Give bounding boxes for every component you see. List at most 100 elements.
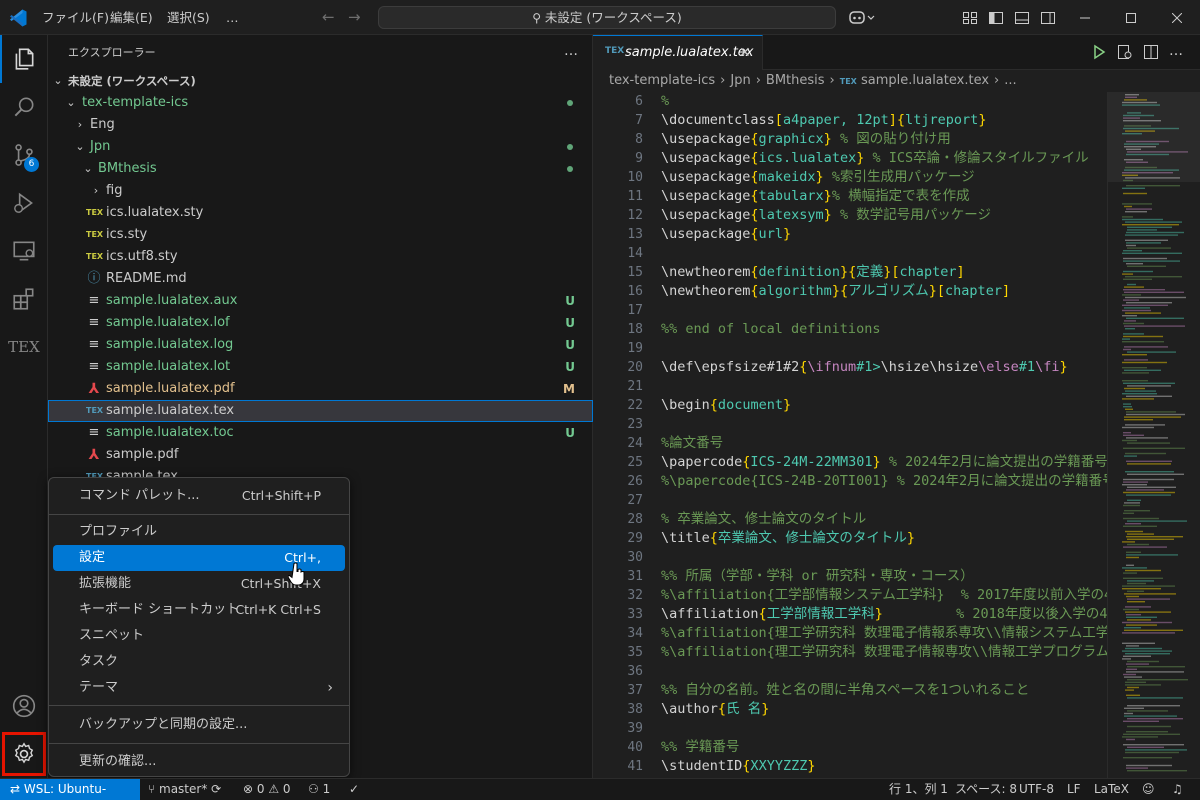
menu-file[interactable]: ファイル(F) [42, 0, 109, 35]
toggle-secondary-sidebar-icon[interactable] [1040, 10, 1056, 26]
sidebar-more-actions[interactable]: … [564, 35, 578, 70]
toggle-primary-sidebar-icon[interactable] [988, 10, 1004, 26]
language-mode[interactable]: LaTeX [1094, 779, 1129, 800]
tree-folder-jpn[interactable]: ⌄ Jpn [48, 136, 593, 158]
code-editor[interactable]: 6% 7 \documentclass[a4paper, 12pt]{ltjrepo… [593, 92, 1107, 778]
tree-file-lot[interactable]: ≡ sample.lualatex.lot U [48, 356, 593, 378]
tree-file-toc[interactable]: ≡ sample.lualatex.toc U [48, 422, 593, 444]
code-line[interactable]: 27 [593, 491, 1107, 510]
code-line[interactable]: 6% [593, 92, 1107, 111]
code-line[interactable]: 24 %論文番号 [593, 434, 1107, 453]
tree-file-ics-lualatex-sty[interactable]: TEX ics.lualatex.sty [48, 202, 593, 224]
tree-folder-eng[interactable]: › Eng [48, 114, 593, 136]
code-line[interactable]: 20 \def\epsfsize#1#2{\ifnum#1>\hsize\hsiz… [593, 358, 1107, 377]
breadcrumb-item[interactable]: tex-template-ics [609, 73, 715, 88]
ports-indicator[interactable]: ⚇ 1 [308, 779, 330, 800]
code-line[interactable]: 38 \author{氏 名} [593, 700, 1107, 719]
code-line[interactable]: 19 [593, 339, 1107, 358]
activity-tex[interactable]: TEX [0, 323, 48, 371]
code-line[interactable]: 41 \studentID{XXYYZZZ} [593, 757, 1107, 776]
breadcrumb-item[interactable]: sample.lualatex.tex [861, 73, 989, 88]
branch-indicator[interactable]: ⑂ master* ⟳ [148, 779, 221, 800]
code-line[interactable]: 9 \usepackage{ics.lualatex} % ICS卒論・修論スタイ… [593, 149, 1107, 168]
code-line[interactable]: 22 \begin{document} [593, 396, 1107, 415]
cursor-position[interactable]: 行 1、列 1 [889, 779, 948, 800]
tree-file-sample-pdf[interactable]: ⅄ sample.pdf [48, 444, 593, 466]
activity-manage[interactable] [0, 730, 48, 778]
code-line[interactable]: 29 \title{卒業論文、修士論文のタイトル} [593, 529, 1107, 548]
code-line[interactable]: 8 \usepackage{graphicx} % 図の貼り付け用 [593, 130, 1107, 149]
code-line[interactable]: 36 [593, 662, 1107, 681]
code-line[interactable]: 13 \usepackage{url} [593, 225, 1107, 244]
code-line[interactable]: 14 [593, 244, 1107, 263]
menu-item-tasks[interactable]: タスク [53, 649, 345, 675]
activity-extensions[interactable] [0, 275, 48, 323]
end-of-line[interactable]: LF [1067, 779, 1081, 800]
check-icon[interactable]: ✓ [349, 779, 359, 800]
code-line[interactable]: 18 %% end of local definitions [593, 320, 1107, 339]
code-line[interactable]: 34 %\affiliation{理工学研究科 数理電子情報系専攻\\情報システム… [593, 624, 1107, 643]
breadcrumb-item[interactable]: Jpn [730, 73, 750, 88]
activity-run-debug[interactable] [0, 179, 48, 227]
tree-file-lof[interactable]: ≡ sample.lualatex.lof U [48, 312, 593, 334]
activity-explorer[interactable] [0, 35, 48, 83]
forward-arrow-icon[interactable]: → [348, 0, 361, 35]
copilot-status-icon[interactable]: ☺ [1142, 779, 1155, 800]
code-line[interactable]: 39 [593, 719, 1107, 738]
menu-more[interactable]: … [226, 0, 239, 35]
notifications-bell-icon[interactable]: ♫ [1172, 779, 1183, 800]
code-line[interactable]: 15 \newtheorem{definition}{定義}[chapter] [593, 263, 1107, 282]
breadcrumb-item[interactable]: BMthesis [766, 73, 825, 88]
code-line[interactable]: 26 %\papercode{ICS-24B-20TI001} % 2024年2月… [593, 472, 1107, 491]
activity-source-control[interactable]: 6 [0, 131, 48, 179]
tab-sample-lualatex-tex[interactable]: TEX sample.lualatex.tex ✕ [593, 35, 763, 70]
tree-file-lualatex-pdf[interactable]: ⅄ sample.lualatex.pdf M [48, 378, 593, 400]
menu-item-profiles[interactable]: プロファイル [53, 519, 345, 545]
encoding[interactable]: UTF-8 [1019, 779, 1054, 800]
tree-file-lualatex-tex[interactable]: TEX sample.lualatex.tex [48, 400, 593, 422]
code-line[interactable]: 31 %% 所属（学部・学科 or 研究科・専攻・コース） [593, 567, 1107, 586]
menu-item-snippets[interactable]: スニペット [53, 623, 345, 649]
code-line[interactable]: 35 %\affiliation{理工学研究科 数理電子情報専攻\\情報工学プログ… [593, 643, 1107, 662]
copilot-icon[interactable] [847, 9, 875, 27]
code-line[interactable]: 25 \papercode{ICS-24M-22MM301} % 2024年2月に… [593, 453, 1107, 472]
code-line[interactable]: 11 \usepackage{tabularx}% 横幅指定で表を作成 [593, 187, 1107, 206]
tree-file-log[interactable]: ≡ sample.lualatex.log U [48, 334, 593, 356]
code-line[interactable]: 17 [593, 301, 1107, 320]
tree-file-readme[interactable]: ⓘ README.md [48, 268, 593, 290]
minimap-viewport[interactable] [1108, 92, 1200, 182]
code-line[interactable]: 12 \usepackage{latexsym} % 数学記号用パッケージ [593, 206, 1107, 225]
command-center[interactable]: ⚲ 未設定 (ワークスペース) [378, 6, 836, 29]
minimize-button[interactable] [1062, 0, 1108, 35]
tree-file-ics-sty[interactable]: TEX ics.sty [48, 224, 593, 246]
remote-indicator[interactable]: ⇄ WSL: Ubuntu-24.04 [0, 779, 140, 800]
code-line[interactable]: 33 \affiliation{工学部情報工学科} % 2018年度以後入学の4年 [593, 605, 1107, 624]
minimap[interactable] [1107, 92, 1200, 778]
menu-selection[interactable]: 選択(S) [167, 0, 210, 35]
toggle-panel-icon[interactable] [1014, 10, 1030, 26]
code-line[interactable]: 21 [593, 377, 1107, 396]
split-editor-icon[interactable] [1142, 43, 1160, 61]
back-arrow-icon[interactable]: ← [322, 0, 335, 35]
close-tab-icon[interactable]: ✕ [739, 36, 751, 70]
code-line[interactable]: 10 \usepackage{makeidx} %索引生成用パッケージ [593, 168, 1107, 187]
run-icon[interactable] [1090, 43, 1108, 61]
tree-folder-tex-template-ics[interactable]: ⌄ tex-template-ics [48, 92, 593, 114]
activity-search[interactable] [0, 83, 48, 131]
code-line[interactable]: 16 \newtheorem{algorithm}{アルゴリズム}[chapter… [593, 282, 1107, 301]
activity-accounts[interactable] [0, 682, 48, 730]
editor-more-actions[interactable]: … [1169, 35, 1183, 68]
code-line[interactable]: 40 %% 学籍番号 [593, 738, 1107, 757]
tree-folder-bmthesis[interactable]: ⌄ BMthesis [48, 158, 593, 180]
customize-layout-icon[interactable] [962, 10, 978, 26]
tree-workspace[interactable]: ⌄ 未設定 (ワークスペース) [48, 70, 593, 92]
code-line[interactable]: 30 [593, 548, 1107, 567]
activity-remote-explorer[interactable] [0, 227, 48, 275]
indentation[interactable]: スペース: 8 [955, 779, 1017, 800]
breadcrumb-item[interactable]: ... [1004, 73, 1016, 88]
problems-indicator[interactable]: ⊗ 0 ⚠ 0 [243, 779, 291, 800]
code-line[interactable]: 32 %\affiliation{工学部情報システム工学科} % 2017年度以前… [593, 586, 1107, 605]
menu-item-themes[interactable]: テーマ › [53, 675, 345, 701]
menu-item-command-palette[interactable]: コマンド パレット... Ctrl+Shift+P [53, 483, 345, 509]
menu-edit[interactable]: 編集(E) [110, 0, 153, 35]
